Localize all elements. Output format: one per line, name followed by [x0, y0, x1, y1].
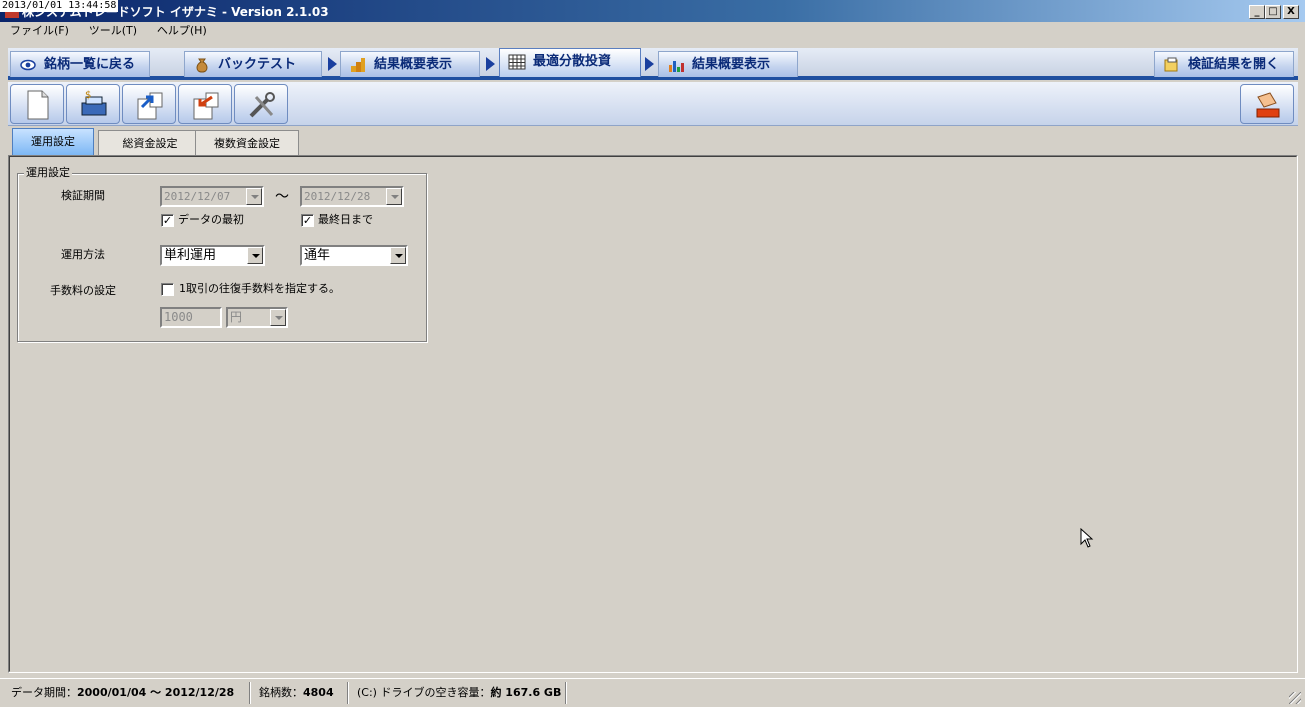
tab-multiple-funds-settings[interactable]: 複数資金設定 — [195, 130, 299, 156]
coins-icon — [351, 58, 365, 72]
grid-icon — [508, 54, 526, 70]
svg-text:$: $ — [85, 90, 91, 101]
end-date-picker[interactable]: 2012/12/28 — [300, 186, 404, 207]
start-date-value: 2012/12/07 — [164, 190, 231, 203]
nav-arrow-icon — [486, 57, 495, 71]
chevron-down-icon — [386, 188, 402, 205]
status-drive-label: (C:) ドライブの空き容量： — [357, 686, 491, 699]
clock-overlay: 2013/01/01 13:44:58 — [0, 0, 119, 12]
resize-grip[interactable] — [1289, 692, 1301, 704]
fee-amount-input[interactable]: 1000 — [160, 307, 222, 328]
menu-help[interactable]: ヘルプ(H) — [151, 22, 213, 40]
method-select[interactable]: 単利運用 — [160, 245, 265, 266]
fee-label: 手数料の設定 — [50, 284, 116, 297]
method-label: 運用方法 — [61, 248, 105, 261]
nav-tab-result-summary-2[interactable]: 結果概要表示 — [658, 51, 798, 77]
minimize-button[interactable]: _ — [1249, 5, 1265, 19]
term-select[interactable]: 通年 — [300, 245, 408, 266]
tab-operation-settings[interactable]: 運用設定 — [12, 128, 94, 156]
bar-chart-icon — [669, 61, 684, 72]
toolbar: $ — [8, 82, 1298, 126]
nav-tab-optimal-allocation[interactable]: 最適分散投資 — [499, 48, 641, 77]
nav-tab-label: 結果概要表示 — [374, 57, 453, 72]
import-button[interactable] — [178, 84, 232, 124]
folder-open-icon — [1164, 57, 1178, 72]
chevron-down-icon — [390, 247, 406, 264]
nav-arrow-icon — [328, 57, 337, 71]
nav-tab-label: バックテスト — [218, 57, 297, 72]
status-drive-value: 約 167.6 GB — [490, 686, 562, 699]
group-title: 運用設定 — [24, 166, 72, 180]
end-date-checkbox[interactable]: ✓ — [301, 214, 314, 227]
range-tilde: ～ — [275, 189, 289, 205]
close-button[interactable]: X — [1283, 5, 1299, 19]
open-results-button[interactable]: 検証結果を開く — [1154, 51, 1294, 77]
method-value: 単利運用 — [164, 248, 217, 263]
data-start-label: データの最初 — [178, 213, 244, 226]
title-bar[interactable]: 2013/01/01 13:44:58 株システムトレードソフト イザナミ - … — [0, 0, 1305, 22]
chevron-down-icon — [270, 309, 286, 326]
period-label: 検証期間 — [61, 189, 105, 202]
new-document-button[interactable] — [10, 84, 64, 124]
menu-bar: ファイル(F) ツール(T) ヘルプ(H) — [0, 22, 1305, 40]
status-data-period-label: データ期間： — [11, 686, 77, 699]
status-drive-space: (C:) ドライブの空き容量：約 167.6 GB — [354, 682, 566, 704]
fee-unit-select[interactable]: 円 — [226, 307, 288, 328]
status-bar: データ期間：2000/01/04 ～ 2012/12/28 銘柄数：4804 (… — [0, 678, 1305, 707]
menu-tools[interactable]: ツール(T) — [83, 22, 143, 40]
end-date-label: 最終日まで — [318, 213, 373, 226]
nav-tab-label: 銘柄一覧に戻る — [44, 57, 136, 72]
chevron-down-icon — [247, 247, 263, 264]
money-bag-icon — [196, 58, 208, 73]
maximize-button[interactable]: □ — [1265, 5, 1281, 19]
status-data-period: データ期間：2000/01/04 ～ 2012/12/28 — [8, 682, 250, 704]
nav-tab-stock-list[interactable]: 銘柄一覧に戻る — [10, 51, 150, 77]
term-value: 通年 — [304, 248, 331, 263]
nav-tab-backtest[interactable]: バックテスト — [184, 51, 322, 77]
tools-button[interactable] — [234, 84, 288, 124]
data-start-checkbox[interactable]: ✓ — [161, 214, 174, 227]
tools-icon — [249, 92, 275, 118]
status-stock-count-value: 4804 — [303, 686, 334, 699]
nav-tab-label: 結果概要表示 — [692, 57, 771, 72]
mouse-cursor-icon — [1080, 528, 1094, 548]
export-button[interactable] — [122, 84, 176, 124]
cash-register-icon: $ — [81, 90, 107, 116]
workflow-nav: 銘柄一覧に戻る バックテスト 結果概要表示 最適分散投資 結果概要表示 検証結果… — [8, 48, 1298, 80]
status-stock-count-label: 銘柄数： — [259, 686, 303, 699]
fee-checkbox[interactable] — [161, 283, 174, 296]
end-date-value: 2012/12/28 — [304, 190, 371, 203]
open-results-label: 検証結果を開く — [1188, 57, 1280, 72]
fee-unit-value: 円 — [230, 310, 243, 324]
fee-check-label: 1取引の往復手数料を指定する。 — [179, 282, 340, 295]
tab-total-funds-settings[interactable]: 総資金設定 — [98, 130, 202, 156]
menu-file[interactable]: ファイル(F) — [4, 22, 75, 40]
cash-register-button[interactable]: $ — [66, 84, 120, 124]
eraser-icon — [1256, 92, 1280, 118]
document-icon — [27, 90, 49, 120]
clear-settings-button[interactable] — [1240, 84, 1294, 124]
eye-icon — [20, 59, 36, 71]
status-data-period-value: 2000/01/04 ～ 2012/12/28 — [77, 686, 235, 699]
fee-amount-value: 1000 — [164, 310, 193, 324]
status-stock-count: 銘柄数：4804 — [256, 682, 348, 704]
nav-tab-result-summary-1[interactable]: 結果概要表示 — [340, 51, 480, 77]
app-window: 2013/01/01 13:44:58 株システムトレードソフト イザナミ - … — [0, 0, 1305, 707]
nav-tab-label: 最適分散投資 — [533, 54, 612, 69]
start-date-picker[interactable]: 2012/12/07 — [160, 186, 264, 207]
nav-arrow-icon — [645, 57, 654, 71]
chevron-down-icon — [246, 188, 262, 205]
export-icon — [137, 92, 163, 120]
import-icon — [193, 92, 219, 120]
